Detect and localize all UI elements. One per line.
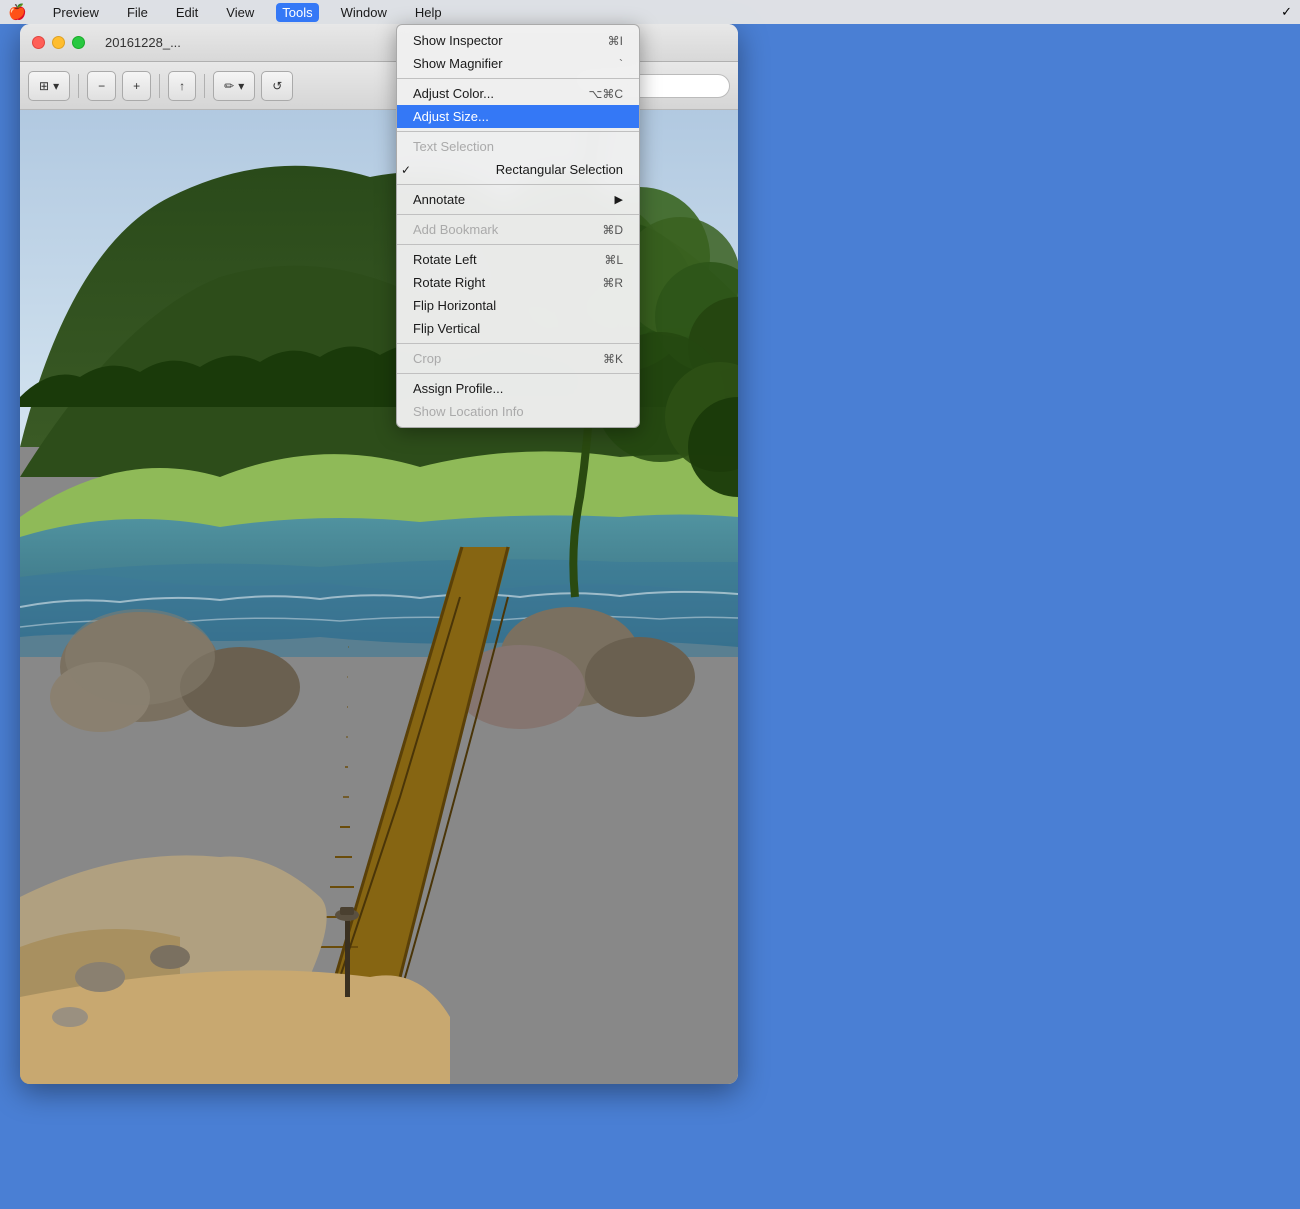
menu-item-assign-profile[interactable]: Assign Profile... xyxy=(397,377,639,400)
view-chevron-icon: ▾ xyxy=(53,79,59,93)
share-button[interactable]: ↑ xyxy=(168,71,196,101)
menu-separator-2 xyxy=(397,131,639,132)
zoom-in-icon: + xyxy=(133,79,140,93)
view-mode-button[interactable]: ⊞ ▾ xyxy=(28,71,70,101)
view-icon: ⊞ xyxy=(39,79,49,93)
menu-item-adjust-color[interactable]: Adjust Color... ⌥⌘C xyxy=(397,82,639,105)
menu-item-crop[interactable]: Crop ⌘K xyxy=(397,347,639,370)
menu-shortcut-adjust-color: ⌥⌘C xyxy=(589,87,624,101)
menu-item-show-location-info[interactable]: Show Location Info xyxy=(397,400,639,423)
menubar-file[interactable]: File xyxy=(121,3,154,22)
taskbar-checkmark-icon: ✓ xyxy=(1281,4,1292,20)
menu-label-show-location-info: Show Location Info xyxy=(413,404,524,419)
menu-label-show-inspector: Show Inspector xyxy=(413,33,503,48)
submenu-arrow-icon: ▶ xyxy=(615,193,623,206)
markup-button[interactable]: ✏ ▾ xyxy=(213,71,255,101)
menu-separator-1 xyxy=(397,78,639,79)
menu-label-show-magnifier: Show Magnifier xyxy=(413,56,503,71)
menu-separator-7 xyxy=(397,373,639,374)
zoom-out-icon: − xyxy=(98,79,105,93)
rotate-button[interactable]: ↺ xyxy=(261,71,293,101)
maximize-button[interactable] xyxy=(72,36,85,49)
zoom-out-button[interactable]: − xyxy=(87,71,116,101)
menu-separator-4 xyxy=(397,214,639,215)
menu-separator-6 xyxy=(397,343,639,344)
menu-item-show-inspector[interactable]: Show Inspector ⌘I xyxy=(397,29,639,52)
menu-shortcut-rotate-right: ⌘R xyxy=(602,276,623,290)
menu-shortcut-rotate-left: ⌘L xyxy=(604,253,623,267)
menubar-view[interactable]: View xyxy=(220,3,260,22)
zoom-in-button[interactable]: + xyxy=(122,71,151,101)
menu-label-text-selection: Text Selection xyxy=(413,139,494,154)
menu-label-crop: Crop xyxy=(413,351,441,366)
toolbar-separator-2 xyxy=(159,74,160,98)
menu-label-assign-profile: Assign Profile... xyxy=(413,381,503,396)
tools-dropdown-menu: Show Inspector ⌘I Show Magnifier ` Adjus… xyxy=(396,24,640,428)
menubar: 🍎 Preview File Edit View Tools Window He… xyxy=(0,0,1300,24)
menu-item-add-bookmark[interactable]: Add Bookmark ⌘D xyxy=(397,218,639,241)
toolbar-separator-1 xyxy=(78,74,79,98)
close-button[interactable] xyxy=(32,36,45,49)
menu-item-rotate-right[interactable]: Rotate Right ⌘R xyxy=(397,271,639,294)
window-title: 20161228_... xyxy=(105,35,181,50)
share-icon: ↑ xyxy=(179,79,185,93)
menu-label-add-bookmark: Add Bookmark xyxy=(413,222,498,237)
menu-item-flip-horizontal[interactable]: Flip Horizontal xyxy=(397,294,639,317)
markup-chevron-icon: ▾ xyxy=(238,79,244,93)
menu-shortcut-crop: ⌘K xyxy=(603,352,623,366)
menubar-tools[interactable]: Tools xyxy=(276,3,318,22)
menu-label-rotate-right: Rotate Right xyxy=(413,275,485,290)
menu-item-flip-vertical[interactable]: Flip Vertical xyxy=(397,317,639,340)
menubar-help[interactable]: Help xyxy=(409,3,448,22)
menu-shortcut-add-bookmark: ⌘D xyxy=(602,223,623,237)
menu-item-rotate-left[interactable]: Rotate Left ⌘L xyxy=(397,248,639,271)
menu-shortcut-show-inspector: ⌘I xyxy=(608,34,623,48)
menu-separator-5 xyxy=(397,244,639,245)
traffic-lights xyxy=(32,36,85,49)
menu-label-flip-horizontal: Flip Horizontal xyxy=(413,298,496,313)
minimize-button[interactable] xyxy=(52,36,65,49)
menu-label-annotate: Annotate xyxy=(413,192,465,207)
menu-item-annotate[interactable]: Annotate ▶ xyxy=(397,188,639,211)
menu-label-rectangular-selection: Rectangular Selection xyxy=(496,162,623,177)
rotate-icon: ↺ xyxy=(272,79,282,93)
menubar-preview[interactable]: Preview xyxy=(47,3,105,22)
apple-menu[interactable]: 🍎 xyxy=(8,3,27,21)
menubar-right: ✓ xyxy=(1281,4,1292,20)
markup-icon: ✏ xyxy=(224,79,234,93)
menu-separator-3 xyxy=(397,184,639,185)
toolbar-separator-3 xyxy=(204,74,205,98)
menu-shortcut-show-magnifier: ` xyxy=(619,57,623,71)
menu-label-adjust-size: Adjust Size... xyxy=(413,109,489,124)
menu-item-rectangular-selection[interactable]: Rectangular Selection xyxy=(397,158,639,181)
menubar-edit[interactable]: Edit xyxy=(170,3,204,22)
menu-item-text-selection[interactable]: Text Selection xyxy=(397,135,639,158)
menu-label-rotate-left: Rotate Left xyxy=(413,252,477,267)
menu-label-adjust-color: Adjust Color... xyxy=(413,86,494,101)
menu-item-show-magnifier[interactable]: Show Magnifier ` xyxy=(397,52,639,75)
menu-label-flip-vertical: Flip Vertical xyxy=(413,321,480,336)
menubar-window[interactable]: Window xyxy=(335,3,393,22)
menu-item-adjust-size[interactable]: Adjust Size... xyxy=(397,105,639,128)
